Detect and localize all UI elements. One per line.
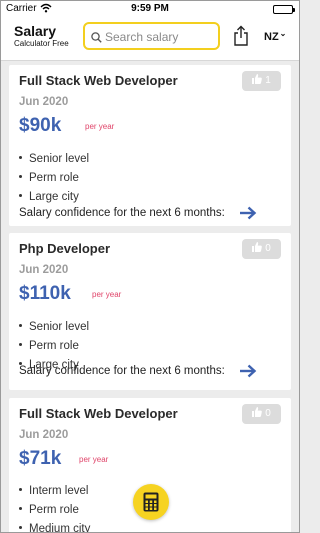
thumbs-up-icon	[252, 242, 263, 252]
salary-amount: $90k	[19, 115, 62, 136]
job-title: Php Developer	[19, 241, 111, 256]
thumbs-up-icon	[252, 74, 263, 84]
job-date: Jun 2020	[19, 264, 69, 276]
app-screen: Carrier 9:59 PM Salary Calculator Free S…	[0, 0, 300, 533]
country-code: NZ	[264, 31, 279, 43]
arrow-right-icon[interactable]	[239, 206, 257, 225]
attribute-item: Perm role	[19, 501, 90, 520]
attribute-item: Senior level	[19, 150, 89, 169]
clock-label: 9:59 PM	[131, 3, 169, 14]
app-name: Salary	[14, 23, 57, 39]
search-box[interactable]	[83, 22, 220, 50]
attribute-item: Large city	[19, 188, 89, 207]
battery-icon	[273, 5, 295, 14]
salary-confidence-label: Salary confidence for the next 6 months:	[19, 207, 225, 219]
attribute-item: Perm role	[19, 337, 89, 356]
salary-amount: $110k	[19, 283, 71, 304]
thumbs-up-icon	[252, 407, 263, 417]
app-logo: Salary Calculator Free	[14, 24, 69, 49]
salary-period: per year	[79, 455, 109, 464]
like-count: 0	[265, 408, 271, 419]
like-button[interactable]: 0	[242, 404, 281, 424]
app-tagline: Calculator Free	[14, 39, 69, 48]
app-header: Salary Calculator Free NZ⌄	[1, 17, 299, 61]
like-count: 0	[265, 243, 271, 254]
salary-period: per year	[92, 290, 122, 299]
salary-amount: $71k	[19, 448, 62, 469]
share-icon[interactable]	[232, 25, 250, 47]
calculator-button[interactable]	[133, 484, 169, 520]
job-date: Jun 2020	[19, 96, 69, 108]
job-title: Full Stack Web Developer	[19, 73, 178, 88]
salary-period: per year	[85, 122, 115, 131]
job-attributes: Senior level Perm role Large city	[19, 150, 89, 207]
like-count: 1	[265, 75, 271, 86]
search-icon	[91, 30, 102, 48]
job-card[interactable]: Full Stack Web Developer 1 Jun 2020 $90k…	[9, 65, 291, 226]
job-attributes: Interm level Perm role Medium city	[19, 482, 90, 532]
job-title: Full Stack Web Developer	[19, 406, 178, 421]
attribute-item: Perm role	[19, 169, 89, 188]
status-bar: Carrier 9:59 PM	[1, 1, 299, 17]
like-button[interactable]: 0	[242, 239, 281, 259]
chevron-down-icon: ⌄	[279, 29, 287, 38]
job-card[interactable]: Php Developer 0 Jun 2020 $110k per year …	[9, 233, 291, 390]
country-selector[interactable]: NZ⌄	[264, 29, 286, 43]
job-date: Jun 2020	[19, 429, 69, 441]
attribute-item: Interm level	[19, 482, 90, 501]
search-input[interactable]	[105, 28, 215, 46]
attribute-item: Medium city	[19, 520, 90, 532]
calculator-icon	[143, 492, 159, 512]
arrow-right-icon[interactable]	[239, 364, 257, 383]
attribute-item: Senior level	[19, 318, 89, 337]
like-button[interactable]: 1	[242, 71, 281, 91]
salary-confidence-label: Salary confidence for the next 6 months:	[19, 365, 225, 377]
